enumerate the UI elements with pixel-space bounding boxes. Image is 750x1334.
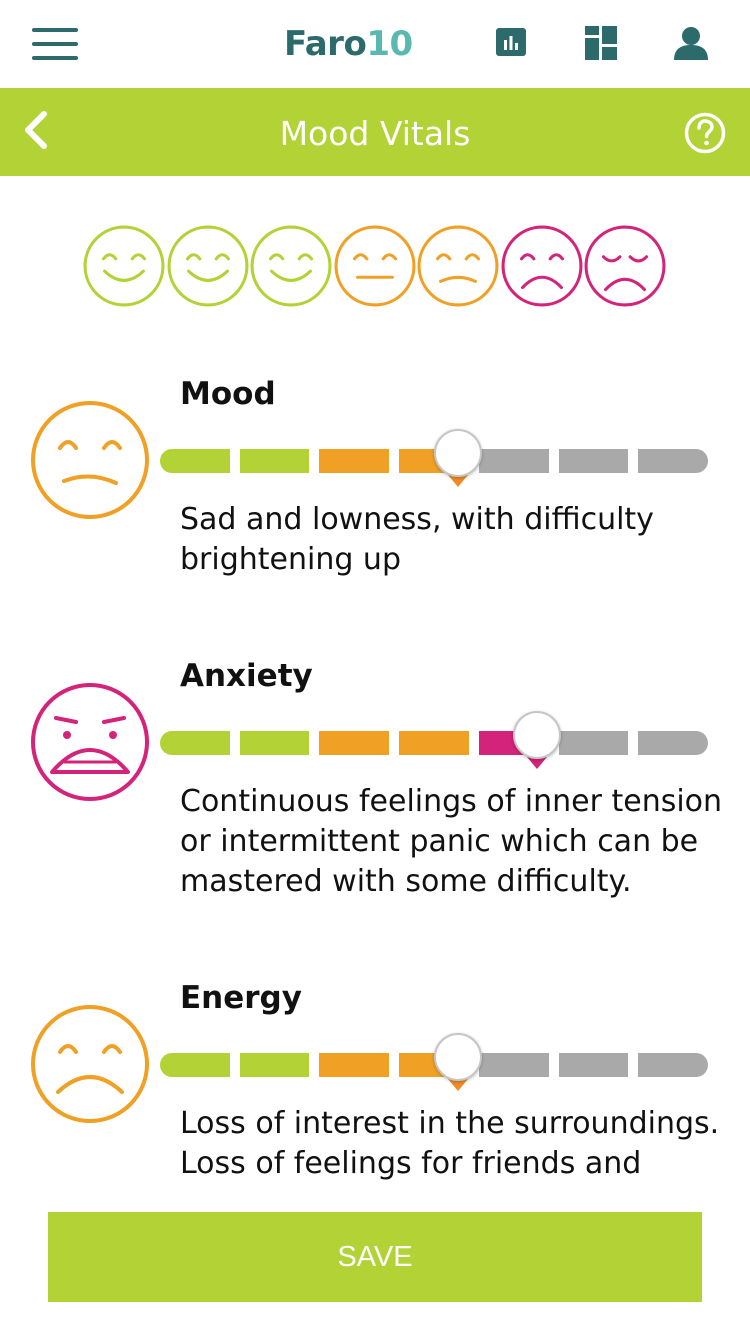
slider-thumb[interactable] — [433, 1033, 482, 1081]
bar-chart-icon[interactable] — [496, 26, 526, 58]
vital-description: Continuous feelings of inner tension or … — [180, 784, 723, 899]
slider-segment — [239, 449, 310, 473]
dashboard-icon[interactable] — [585, 26, 617, 60]
slider-segment — [638, 449, 708, 473]
slider-thumb[interactable] — [433, 429, 482, 477]
slider-segment — [558, 1053, 629, 1077]
slider-segment — [160, 449, 230, 473]
user-icon[interactable] — [674, 26, 708, 60]
slider-segment — [319, 1053, 390, 1077]
page-title: Mood Vitals — [279, 114, 471, 153]
logo-number: 10 — [366, 24, 413, 64]
slider-segment — [319, 449, 390, 473]
mood-slider[interactable] — [160, 429, 708, 487]
vital-label: Mood — [180, 376, 276, 412]
anxious-face-icon — [31, 683, 149, 801]
slider-segment — [478, 449, 549, 473]
slider-segment — [239, 731, 310, 755]
slider-segment — [319, 731, 390, 755]
sad-face-icon — [31, 1005, 149, 1123]
slider-segment — [399, 731, 469, 755]
slider-segment — [239, 1053, 310, 1077]
energy-slider[interactable] — [160, 1033, 708, 1091]
top-app-bar: Faro10 — [0, 0, 750, 88]
slight-sad-face-icon — [31, 401, 149, 519]
slider-segment — [638, 1053, 708, 1077]
vital-label: Anxiety — [180, 658, 313, 694]
vital-label: Energy — [180, 980, 302, 1016]
logo-text: Faro — [284, 24, 367, 64]
vitals-scroll-area[interactable]: Mood Sad and lowness, with difficulty br… — [0, 176, 750, 1190]
hamburger-menu-icon[interactable] — [32, 28, 78, 60]
slider-segment — [558, 731, 629, 755]
app-logo: Faro10 — [284, 24, 413, 64]
slider-segment — [638, 731, 708, 755]
anxiety-slider[interactable] — [160, 711, 708, 769]
slider-segment — [478, 1053, 549, 1077]
slider-thumb[interactable] — [513, 711, 562, 759]
slider-segment — [160, 1053, 230, 1077]
vital-description: Sad and lowness, with difficulty brighte… — [180, 502, 654, 577]
vital-description: Loss of interest in the surroundings. Lo… — [180, 1106, 720, 1190]
title-bar: Mood Vitals — [0, 88, 750, 176]
help-circle-icon[interactable] — [684, 112, 726, 154]
slider-segment — [160, 731, 230, 755]
slider-segment — [558, 449, 629, 473]
save-button[interactable]: SAVE — [48, 1212, 702, 1302]
